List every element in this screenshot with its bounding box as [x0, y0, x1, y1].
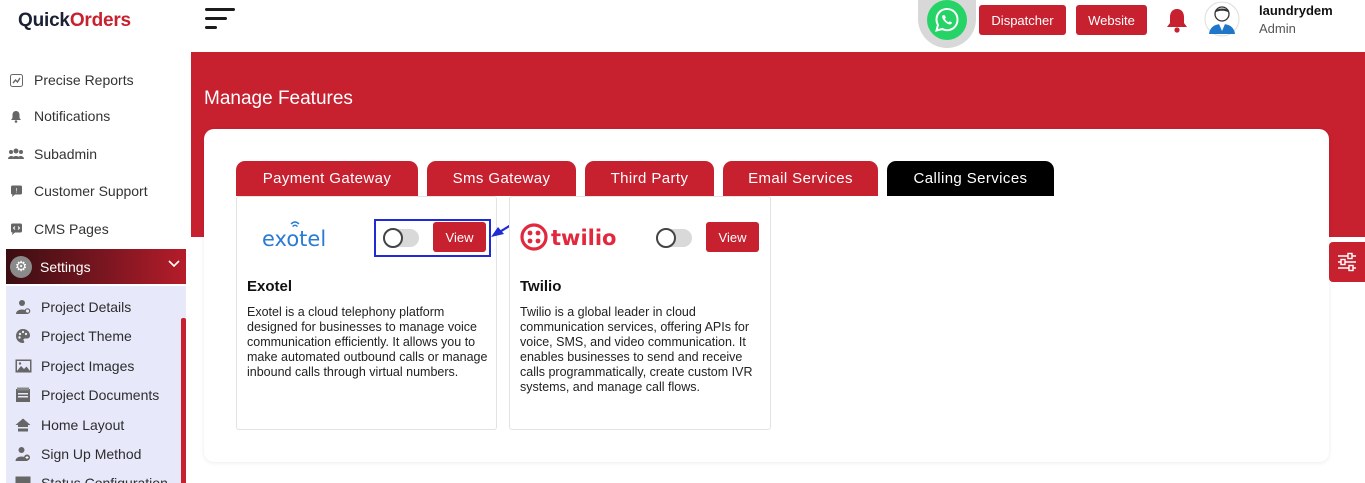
twilio-view-button[interactable]: View — [706, 222, 759, 252]
sidebar-item-label: Settings — [40, 258, 91, 275]
twilio-logo: twilio — [520, 223, 625, 251]
whatsapp-icon — [927, 0, 967, 40]
tab-calling-services[interactable]: Calling Services — [887, 161, 1054, 196]
sidebar-item-label: Notifications — [34, 108, 111, 124]
user-gear-icon — [14, 298, 32, 316]
sidebar-scrollbar[interactable] — [181, 318, 186, 483]
submenu-item-project-theme[interactable]: Project Theme — [6, 322, 181, 350]
user-plus-icon — [14, 445, 32, 463]
svg-text:!: ! — [15, 187, 17, 194]
tab-third-party[interactable]: Third Party — [585, 161, 714, 196]
bell-icon — [8, 108, 24, 124]
submenu-item-label: Project Images — [41, 358, 135, 374]
chat-icon: ! — [8, 183, 24, 199]
sliders-icon — [1338, 252, 1356, 272]
exotel-logo: exotel — [260, 218, 340, 258]
sidebar-item-precise-reports[interactable]: Precise Reports — [0, 65, 186, 95]
submenu-item-home-layout[interactable]: Home Layout — [6, 411, 181, 439]
submenu-item-label: Project Details — [41, 299, 132, 315]
document-icon — [14, 386, 32, 404]
submenu-item-project-documents[interactable]: Project Documents — [6, 381, 181, 409]
tab-email-services[interactable]: Email Services — [723, 161, 878, 196]
website-button[interactable]: Website — [1076, 5, 1147, 35]
user-name: laundrydem — [1259, 3, 1333, 18]
notification-bell-icon[interactable] — [1163, 6, 1191, 34]
dispatcher-button[interactable]: Dispatcher — [979, 5, 1066, 35]
sidebar-item-cms-pages[interactable]: CMS Pages — [0, 214, 186, 244]
code-icon — [8, 221, 24, 237]
submenu-item-label: Project Documents — [41, 387, 160, 403]
submenu-item-label: Home Layout — [41, 417, 125, 433]
sidebar-item-label: Precise Reports — [34, 72, 134, 88]
twilio-description: Twilio is a global leader in cloud commu… — [520, 305, 753, 394]
tab-payment-gateway[interactable]: Payment Gateway — [236, 161, 418, 196]
page-title: Manage Features — [204, 88, 353, 109]
menu-toggle-icon[interactable] — [205, 6, 237, 32]
exotel-description: Exotel is a cloud telephony platform des… — [247, 305, 488, 379]
sidebar: QuickOrders Precise Reports Notification… — [0, 0, 191, 483]
tab-sms-gateway[interactable]: Sms Gateway — [427, 161, 576, 196]
users-icon — [8, 146, 24, 162]
twilio-title: Twilio — [520, 278, 562, 295]
submenu-item-status-configuration[interactable]: Status Configuration — [6, 469, 181, 483]
logo-text-right: Orders — [69, 10, 131, 31]
twilio-logo-text: twilio — [551, 226, 616, 250]
sidebar-item-label: Customer Support — [34, 183, 148, 199]
gear-icon: ⚙ — [10, 255, 32, 278]
annotation-highlight-box — [374, 219, 491, 257]
sidebar-item-subadmin[interactable]: Subadmin — [0, 139, 186, 169]
sidebar-item-label: CMS Pages — [34, 221, 109, 237]
submenu-item-sign-up-method[interactable]: Sign Up Method — [6, 440, 181, 468]
sidebar-item-settings[interactable]: ⚙ Settings — [6, 249, 186, 284]
brand-logo[interactable]: QuickOrders — [18, 10, 131, 32]
sidebar-item-label: Subadmin — [34, 146, 98, 162]
logo-text-left: Quick — [18, 10, 70, 31]
user-avatar[interactable] — [1204, 1, 1240, 37]
sidebar-item-customer-support[interactable]: ! Customer Support — [0, 176, 186, 206]
palette-icon — [14, 327, 32, 345]
exotel-title: Exotel — [247, 278, 293, 295]
list-icon — [14, 474, 32, 483]
reports-icon — [8, 72, 24, 88]
submenu-item-label: Status Configuration — [41, 475, 168, 483]
exotel-logo-text: exotel — [262, 227, 326, 251]
submenu-item-project-images[interactable]: Project Images — [6, 352, 181, 380]
submenu-item-label: Sign Up Method — [41, 446, 142, 462]
submenu-item-project-details[interactable]: Project Details — [6, 293, 181, 321]
whatsapp-button[interactable] — [918, 0, 976, 48]
filter-settings-button[interactable] — [1329, 242, 1365, 282]
chevron-down-icon — [168, 256, 180, 271]
submenu-item-label: Project Theme — [41, 328, 132, 344]
sidebar-item-notifications[interactable]: Notifications — [0, 101, 186, 131]
user-role: Admin — [1259, 21, 1296, 36]
twilio-toggle[interactable] — [656, 228, 692, 248]
home-icon — [14, 416, 32, 434]
image-icon — [14, 357, 32, 375]
settings-submenu: Project Details Project Theme Project Im… — [6, 286, 186, 483]
